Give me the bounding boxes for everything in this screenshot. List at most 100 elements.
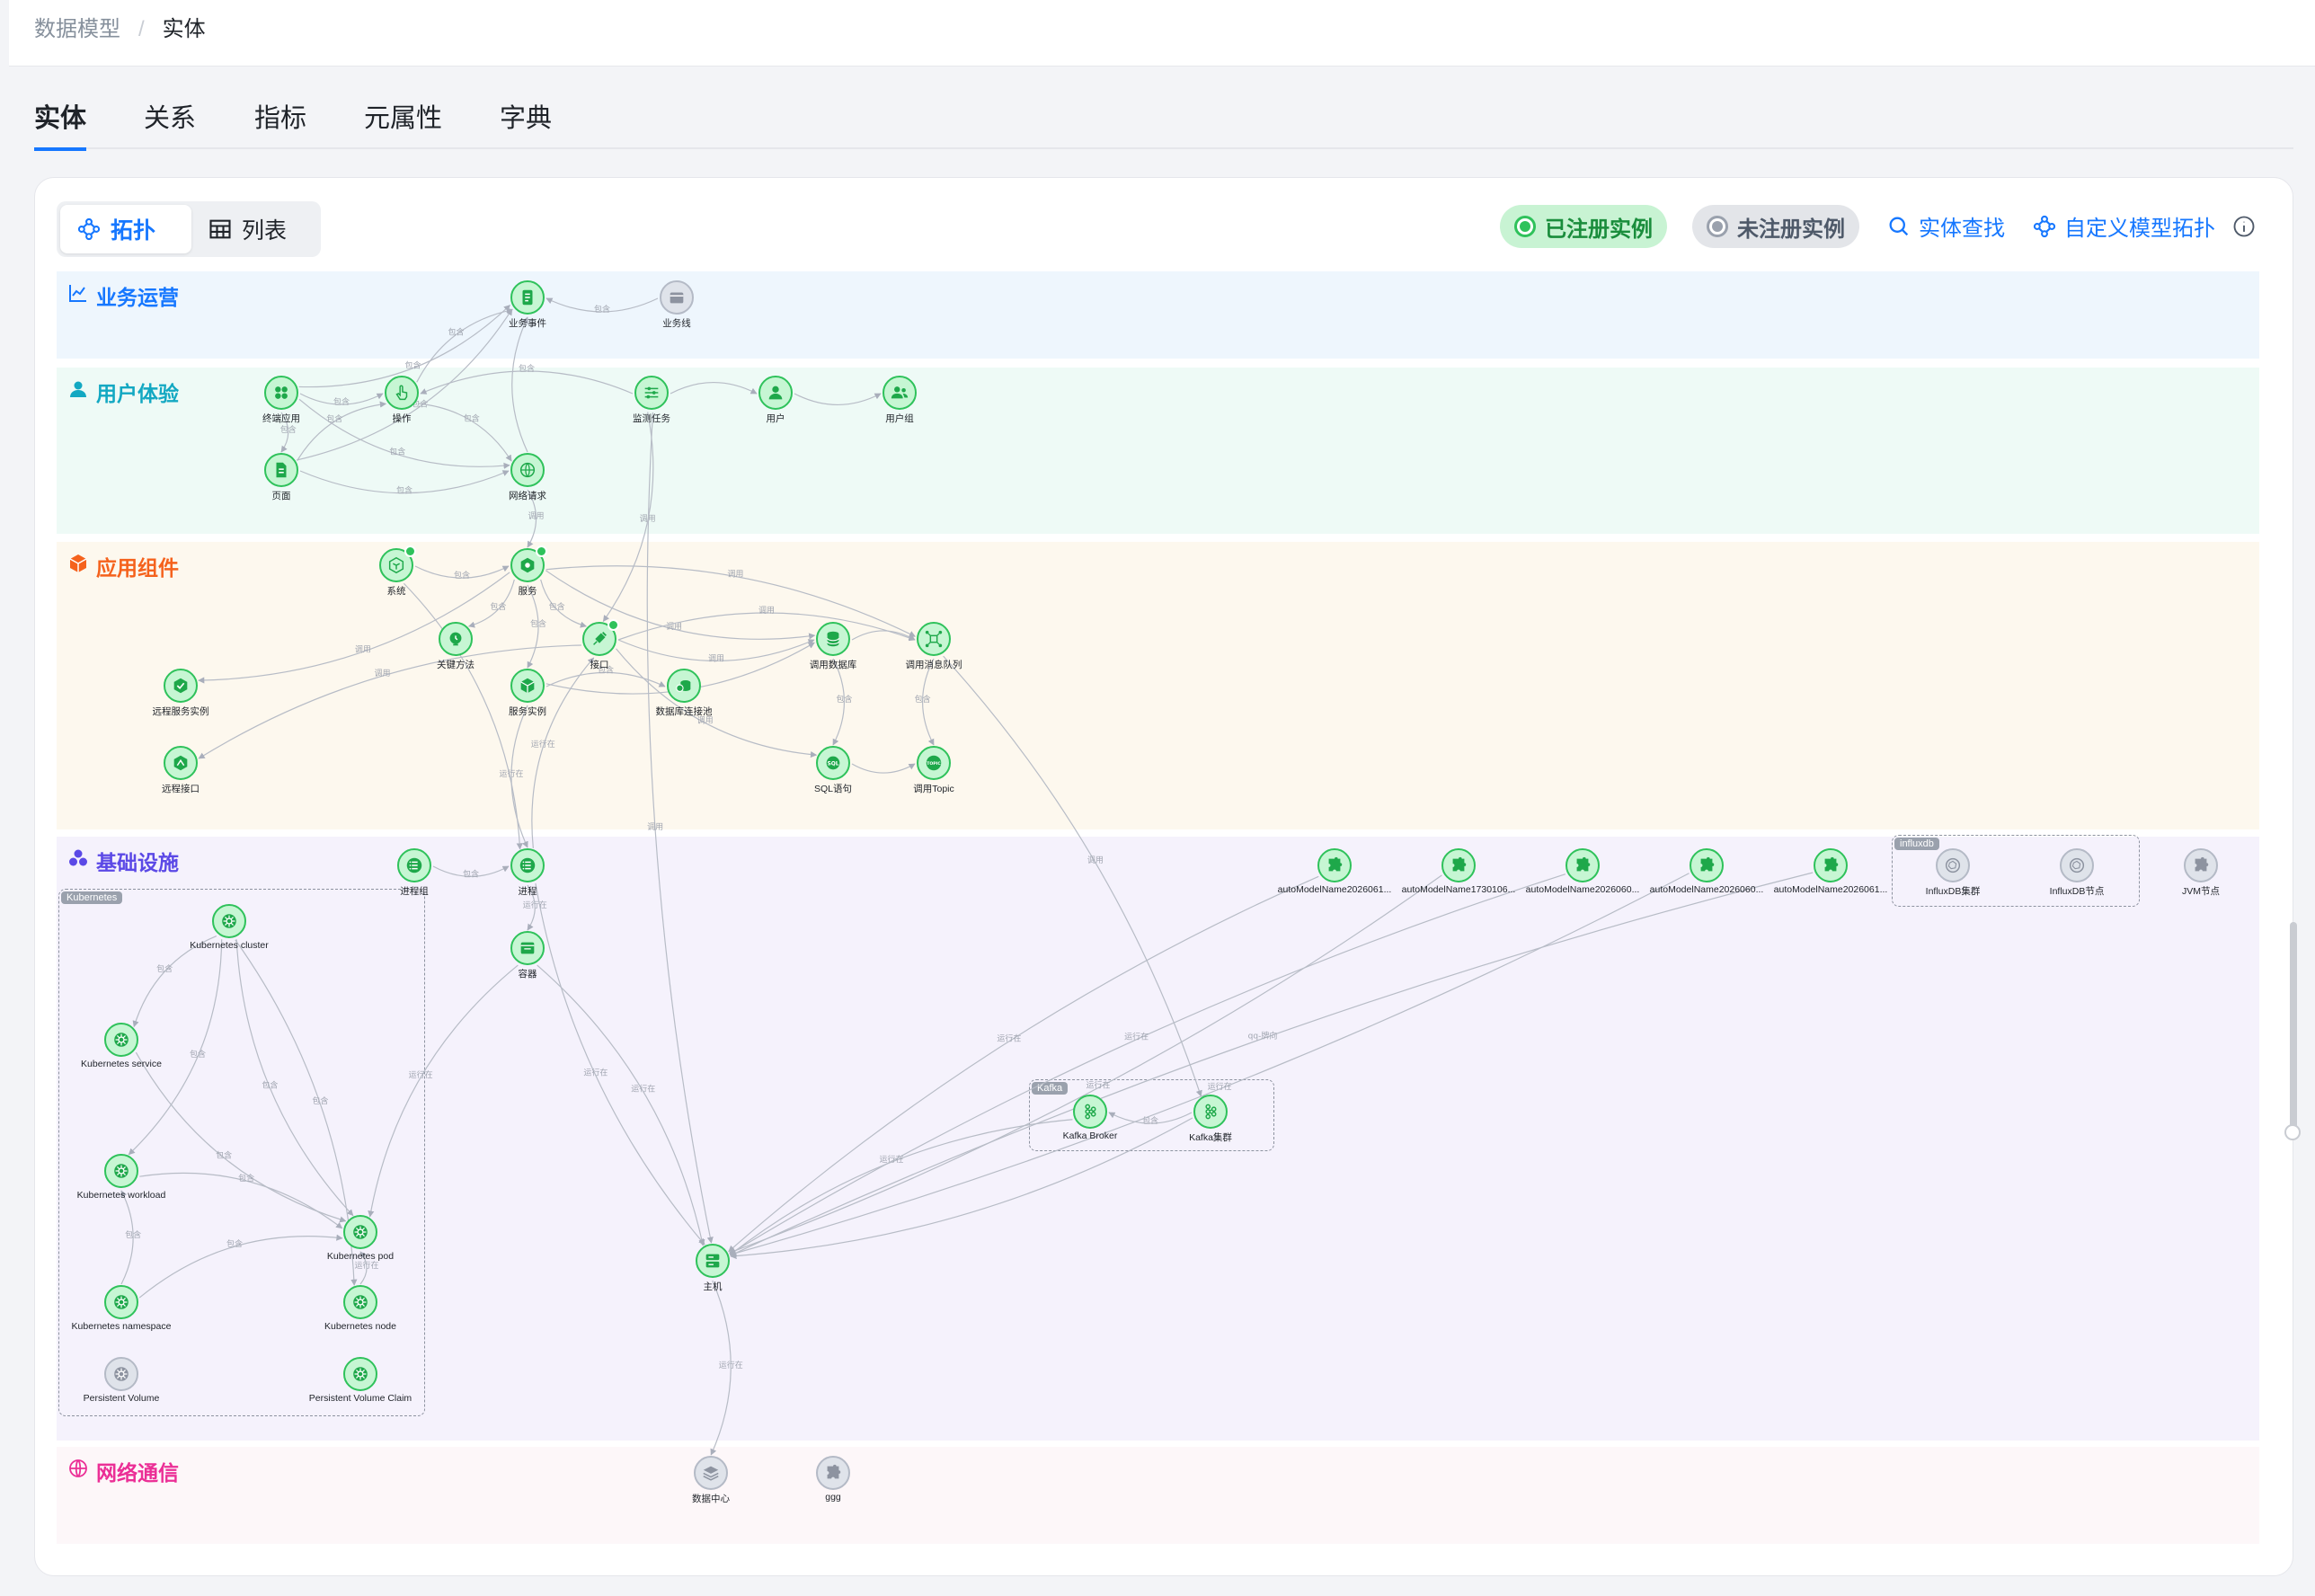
info-icon[interactable] (2231, 214, 2257, 239)
plug-icon (582, 619, 619, 656)
node-kafka-cluster[interactable]: Kafka集群 (1121, 1095, 1300, 1144)
k8s-icon (343, 1357, 377, 1391)
node-k8s-namespace[interactable]: Kubernetes namespace (31, 1285, 211, 1332)
node-label: Kubernetes service (81, 1059, 162, 1069)
node-operation[interactable]: 操作 (312, 376, 492, 425)
node-biz-line[interactable]: 业务线 (587, 280, 767, 330)
node-label: Kubernetes node (324, 1321, 396, 1332)
scroll-handle[interactable] (2284, 1124, 2301, 1140)
list-icon (510, 848, 545, 882)
node-service-instance[interactable]: 服务实例 (438, 669, 617, 718)
node-label: 进程 (518, 886, 537, 897)
lane-biz: 业务运营 (57, 271, 2259, 359)
k8s-icon (343, 1285, 377, 1319)
find-entity-button[interactable]: 实体查找 (1886, 210, 2005, 242)
vertical-scrollbar[interactable] (2290, 922, 2297, 1130)
node-k8s-cluster[interactable]: Kubernetes cluster (139, 904, 319, 951)
tab-dictionary[interactable]: 字典 (500, 97, 552, 147)
doc-icon (510, 280, 545, 315)
k8s-icon (104, 1023, 138, 1057)
tab-entity[interactable]: 实体 (34, 97, 87, 151)
mq-icon (917, 622, 951, 656)
top-bar: 数据模型 / 实体 (9, 0, 2315, 66)
tab-relation[interactable]: 关系 (144, 97, 196, 147)
k8s-icon (104, 1357, 138, 1391)
user-icon (67, 378, 89, 405)
search-icon (1889, 217, 1909, 235)
list-icon (397, 848, 431, 882)
node-label: 远程接口 (162, 784, 200, 794)
user-icon (758, 376, 793, 410)
node-k8s-service[interactable]: Kubernetes service (31, 1023, 211, 1069)
status-badge (404, 545, 416, 557)
node-pv[interactable]: Persistent Volume (31, 1357, 211, 1404)
lane-title-biz: 业务运营 (67, 280, 179, 311)
unregistered-legend-label: 未注册实例 (1737, 217, 1845, 242)
svg-text:TOPIC: TOPIC (927, 761, 941, 767)
tab-bar: 实体 关系 指标 元属性 字典 (34, 97, 2293, 151)
node-label: 数据库连接池 (655, 706, 713, 717)
hand-icon (385, 376, 419, 410)
chart-line-icon (67, 282, 89, 309)
sliders-icon (634, 376, 669, 410)
node-page[interactable]: 页面 (191, 453, 371, 502)
topic-icon: TOPIC (917, 746, 951, 780)
group-kafka-label: Kafka (1032, 1082, 1069, 1095)
breadcrumb-separator: / (138, 17, 145, 41)
topology-view-button[interactable]: 拓扑 (60, 205, 191, 253)
node-label: 服务实例 (509, 706, 546, 717)
remote-if-icon (164, 746, 198, 780)
node-label: Persistent Volume (83, 1393, 160, 1404)
node-container[interactable]: 容器 (438, 931, 617, 980)
node-k8s-workload[interactable]: Kubernetes workload (31, 1154, 211, 1201)
node-label: Kubernetes cluster (190, 940, 269, 951)
puzzle-icon (816, 1456, 850, 1490)
custom-topology-button[interactable]: 自定义模型拓扑 (2032, 210, 2257, 242)
cluster-icon (67, 847, 89, 874)
breadcrumb-current: 实体 (162, 17, 206, 41)
lane-title-text: 用户体验 (96, 382, 179, 405)
tab-meta-attribute[interactable]: 元属性 (364, 97, 442, 147)
topology-icon (2033, 215, 2056, 237)
view-toggle: 拓扑 列表 (57, 201, 321, 257)
page-icon (264, 453, 298, 487)
node-call-topic[interactable]: TOPIC 调用Topic (844, 746, 1024, 795)
server-icon (696, 1244, 730, 1278)
node-label: Kubernetes workload (76, 1190, 166, 1201)
node-process[interactable]: 进程 (438, 848, 617, 898)
node-service[interactable]: 服务 (438, 545, 617, 598)
group-kubernetes: Kubernetes (58, 889, 425, 1416)
list-view-button[interactable]: 列表 (191, 205, 317, 253)
node-db-pool[interactable]: 数据库连接池 (594, 669, 774, 718)
node-interface[interactable]: 接口 (510, 619, 689, 671)
status-badge (608, 619, 619, 631)
node-k8s-pod[interactable]: Kubernetes pod (271, 1215, 450, 1262)
k8s-icon (104, 1154, 138, 1188)
group-kubernetes-label: Kubernetes (61, 891, 123, 904)
lane-title-ux: 用户体验 (67, 377, 179, 407)
status-badge (536, 545, 547, 557)
registered-legend-label: 已注册实例 (1545, 217, 1653, 242)
unregistered-legend[interactable]: 未注册实例 (1692, 205, 1859, 248)
method-icon (439, 622, 473, 656)
node-ggg[interactable]: ggg (743, 1456, 923, 1503)
kafka-icon (1073, 1095, 1107, 1129)
breadcrumb-parent[interactable]: 数据模型 (34, 17, 120, 41)
custom-topology-label: 自定义模型拓扑 (2064, 217, 2215, 241)
lane-title-text: 应用组件 (96, 556, 179, 580)
registered-legend[interactable]: 已注册实例 (1500, 205, 1667, 248)
node-k8s-node[interactable]: Kubernetes node (271, 1285, 450, 1332)
pool-icon (667, 669, 701, 703)
node-host[interactable]: 主机 (623, 1244, 803, 1293)
node-pvc[interactable]: Persistent Volume Claim (271, 1357, 450, 1404)
tab-metric[interactable]: 指标 (254, 97, 306, 147)
node-net-request[interactable]: 网络请求 (438, 453, 617, 502)
puzzle-icon (1566, 848, 1600, 882)
node-user-group[interactable]: 用户组 (810, 376, 989, 425)
node-label: 调用消息队列 (905, 660, 962, 670)
globe-icon (510, 453, 545, 487)
node-remote-service-instance[interactable]: 远程服务实例 (91, 669, 271, 718)
node-remote-interface[interactable]: 远程接口 (91, 746, 271, 795)
node-call-mq[interactable]: 调用消息队列 (844, 622, 1024, 671)
node-jvm-node[interactable]: JVM节点 (2111, 848, 2291, 898)
